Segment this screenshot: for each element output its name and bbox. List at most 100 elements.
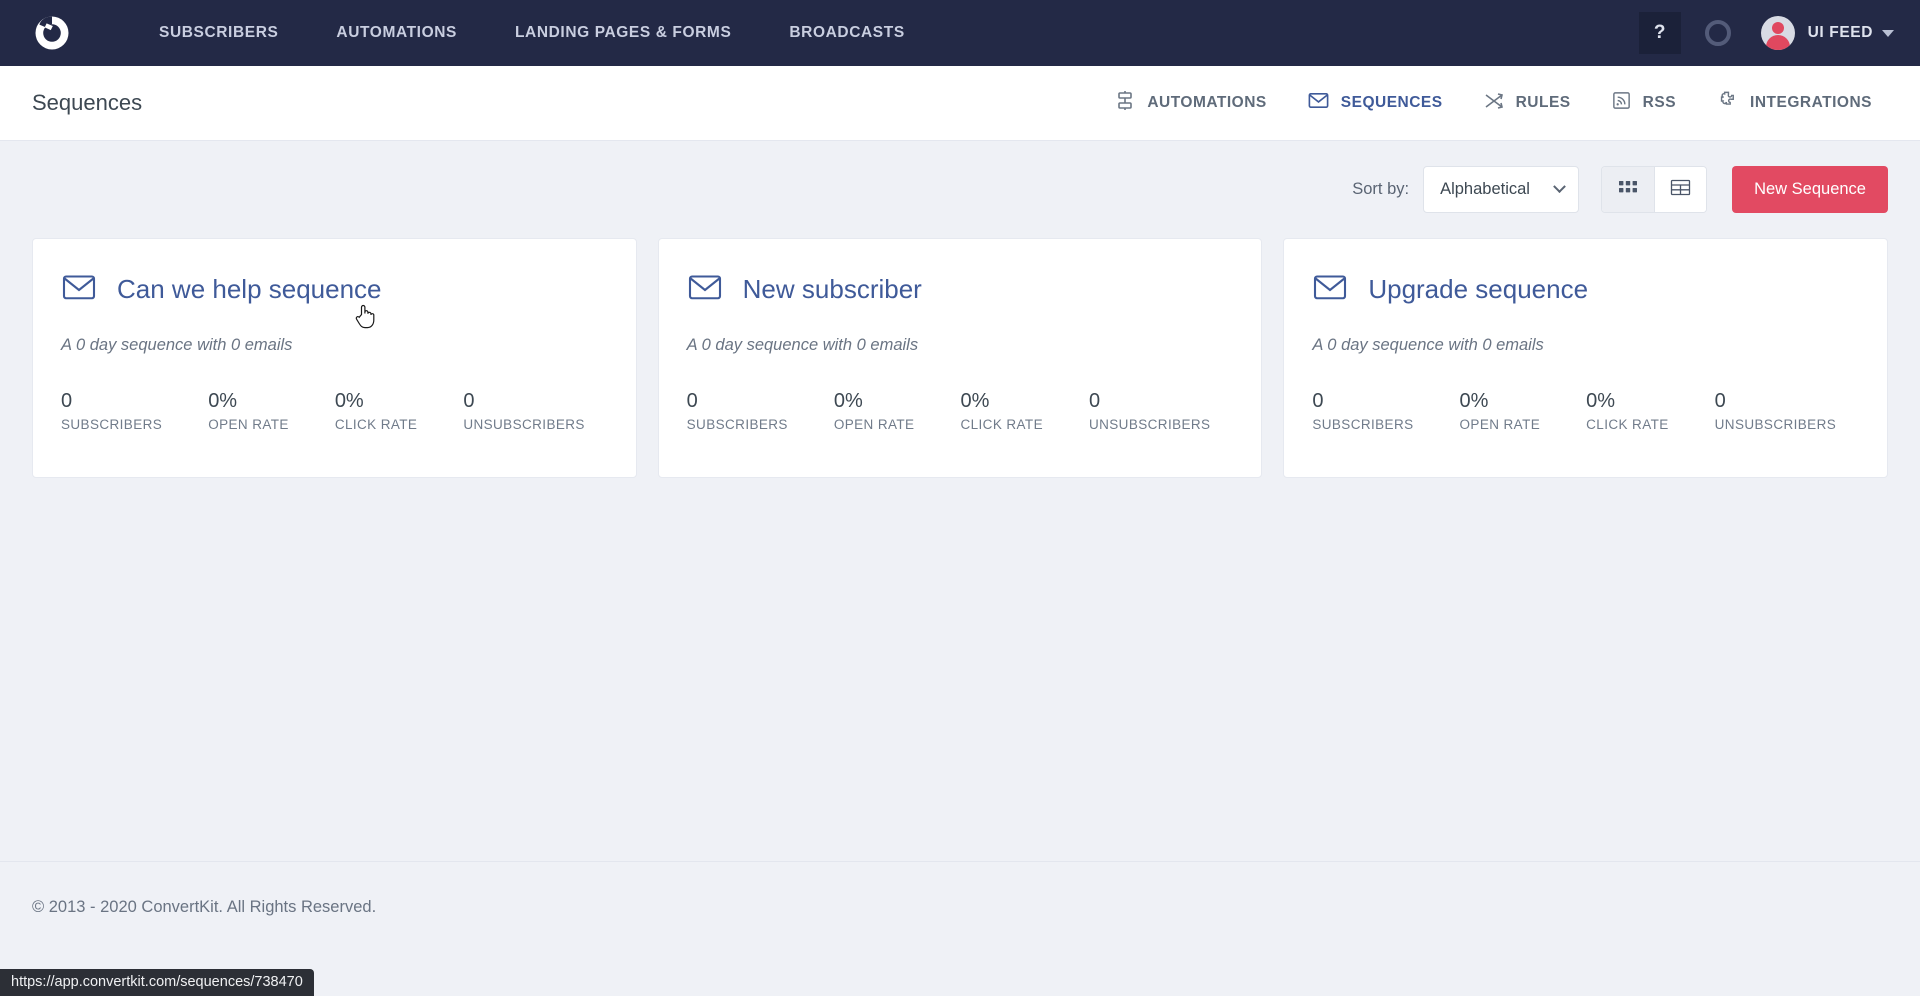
stat-value: 0% bbox=[1459, 390, 1489, 412]
stat-label: OPEN RATE bbox=[208, 417, 289, 432]
sequence-subtitle: A 0 day sequence with 0 emails bbox=[686, 336, 919, 354]
stat-value: 0% bbox=[1586, 390, 1616, 412]
stat-label: OPEN RATE bbox=[1459, 417, 1541, 432]
top-nav-right-cluster: ? UI FEED bbox=[1638, 12, 1894, 54]
stat-value: 0% bbox=[208, 390, 238, 412]
list-toolbar: Sort by: Alphabetical New Sequence bbox=[32, 141, 1888, 238]
stat-label: CLICK RATE bbox=[960, 417, 1043, 432]
envelope-icon bbox=[687, 269, 723, 310]
tab-rules-label: RULES bbox=[1515, 94, 1571, 111]
sequence-card-grid: Can we help sequence A 0 day sequence wi… bbox=[32, 238, 1888, 478]
tab-rss[interactable]: RSS bbox=[1591, 90, 1696, 116]
stat-label: SUBSCRIBERS bbox=[1312, 417, 1414, 432]
sequence-card[interactable]: New subscriber A 0 day sequence with 0 e… bbox=[657, 238, 1263, 478]
stat-click-rate: 0% CLICK RATE bbox=[1586, 389, 1669, 432]
stat-value: 0% bbox=[833, 390, 863, 412]
stat-open-rate: 0% OPEN RATE bbox=[1460, 389, 1541, 432]
sequence-title[interactable]: Can we help sequence bbox=[117, 274, 382, 305]
stat-label: UNSUBSCRIBERS bbox=[1714, 417, 1837, 432]
sort-by-label: Sort by: bbox=[1352, 180, 1410, 198]
stat-unsubscribers: 0 UNSUBSCRIBERS bbox=[1715, 389, 1836, 432]
status-ring-icon[interactable] bbox=[1704, 20, 1731, 46]
stat-open-rate: 0% OPEN RATE bbox=[834, 389, 915, 432]
account-menu[interactable]: UI FEED bbox=[1760, 16, 1894, 50]
chevron-down-icon bbox=[1882, 29, 1894, 37]
user-avatar-icon bbox=[1760, 16, 1795, 50]
tab-integrations[interactable]: INTEGRATIONS bbox=[1696, 89, 1872, 117]
sequence-card-header: Can we help sequence bbox=[61, 269, 608, 310]
sequence-card[interactable]: Upgrade sequence A 0 day sequence with 0… bbox=[1283, 238, 1888, 478]
sequence-subtitle: A 0 day sequence with 0 emails bbox=[1312, 336, 1544, 354]
sequence-stats: 0 SUBSCRIBERS 0% OPEN RATE 0% CLICK RATE… bbox=[61, 389, 608, 432]
stat-value: 0% bbox=[960, 390, 990, 412]
help-button[interactable]: ? bbox=[1638, 12, 1681, 54]
sequence-subtitle: A 0 day sequence with 0 emails bbox=[61, 336, 293, 354]
browser-status-bar-url: https://app.convertkit.com/sequences/738… bbox=[0, 969, 314, 996]
tab-automations-label: AUTOMATIONS bbox=[1147, 94, 1267, 111]
sequence-title[interactable]: Upgrade sequence bbox=[1368, 274, 1588, 305]
stat-value: 0 bbox=[1088, 390, 1101, 412]
stat-label: UNSUBSCRIBERS bbox=[1088, 417, 1211, 432]
stat-label: SUBSCRIBERS bbox=[686, 417, 788, 432]
tab-sequences[interactable]: SEQUENCES bbox=[1287, 89, 1463, 117]
stat-open-rate: 0% OPEN RATE bbox=[208, 389, 289, 432]
stat-label: CLICK RATE bbox=[334, 417, 418, 432]
envelope-icon bbox=[61, 269, 97, 310]
stat-unsubscribers: 0 UNSUBSCRIBERS bbox=[463, 389, 584, 432]
grid-view-icon bbox=[1618, 179, 1638, 200]
sequence-card-header: Upgrade sequence bbox=[1312, 269, 1859, 310]
grid-view-button[interactable] bbox=[1602, 167, 1655, 212]
copyright-text: © 2013 - 2020 ConvertKit. All Rights Res… bbox=[32, 898, 377, 916]
stat-value: 0 bbox=[1312, 390, 1324, 412]
envelope-icon bbox=[1312, 269, 1348, 310]
sequence-card[interactable]: Can we help sequence A 0 day sequence wi… bbox=[32, 238, 637, 478]
stat-label: UNSUBSCRIBERS bbox=[463, 417, 585, 432]
sort-by-select[interactable]: Alphabetical bbox=[1423, 166, 1580, 213]
nav-item-broadcasts[interactable]: BROADCASTS bbox=[760, 24, 933, 42]
stat-label: SUBSCRIBERS bbox=[61, 417, 163, 432]
stat-value: 0% bbox=[334, 390, 364, 412]
tab-rules[interactable]: RULES bbox=[1463, 90, 1591, 117]
nav-item-automations[interactable]: AUTOMATIONS bbox=[307, 24, 486, 42]
view-mode-toggle bbox=[1601, 166, 1708, 213]
stat-subscribers: 0 SUBSCRIBERS bbox=[1312, 389, 1413, 432]
sort-by-value: Alphabetical bbox=[1440, 180, 1530, 198]
chevron-down-icon bbox=[1553, 180, 1566, 194]
tab-integrations-label: INTEGRATIONS bbox=[1750, 94, 1872, 111]
top-navigation-bar: SUBSCRIBERS AUTOMATIONS LANDING PAGES & … bbox=[0, 0, 1920, 66]
main-content: Sort by: Alphabetical New Sequence Can w… bbox=[0, 141, 1920, 478]
rss-icon bbox=[1611, 90, 1632, 116]
page-title: Sequences bbox=[32, 90, 143, 115]
new-sequence-button[interactable]: New Sequence bbox=[1732, 166, 1888, 213]
stat-value: 0 bbox=[1714, 390, 1726, 412]
stat-value: 0 bbox=[463, 390, 475, 412]
tab-rss-label: RSS bbox=[1642, 94, 1677, 111]
stat-label: CLICK RATE bbox=[1586, 417, 1669, 432]
table-view-icon bbox=[1670, 178, 1691, 202]
nav-item-landing-pages-and-forms[interactable]: LANDING PAGES & FORMS bbox=[486, 24, 760, 42]
sequence-title[interactable]: New subscriber bbox=[743, 274, 922, 305]
nav-item-subscribers[interactable]: SUBSCRIBERS bbox=[130, 24, 307, 42]
section-nav: AUTOMATIONS SEQUENCES RULES RSS INTEGRAT… bbox=[1094, 89, 1872, 117]
sequence-stats: 0 SUBSCRIBERS 0% OPEN RATE 0% CLICK RATE… bbox=[1312, 389, 1859, 432]
tab-automations[interactable]: AUTOMATIONS bbox=[1094, 90, 1286, 117]
puzzle-piece-icon bbox=[1716, 89, 1739, 117]
automations-flow-icon bbox=[1114, 90, 1136, 117]
table-view-button[interactable] bbox=[1654, 167, 1707, 212]
stat-label: OPEN RATE bbox=[833, 417, 915, 432]
shuffle-arrows-icon bbox=[1483, 90, 1505, 117]
convertkit-logo-icon[interactable] bbox=[30, 11, 74, 55]
main-nav-links: SUBSCRIBERS AUTOMATIONS LANDING PAGES & … bbox=[130, 24, 934, 42]
stat-click-rate: 0% CLICK RATE bbox=[960, 389, 1043, 432]
tab-sequences-label: SEQUENCES bbox=[1340, 94, 1443, 111]
stat-unsubscribers: 0 UNSUBSCRIBERS bbox=[1089, 389, 1210, 432]
stat-subscribers: 0 SUBSCRIBERS bbox=[687, 389, 788, 432]
stat-click-rate: 0% CLICK RATE bbox=[335, 389, 418, 432]
envelope-icon bbox=[1307, 89, 1330, 117]
sequence-stats: 0 SUBSCRIBERS 0% OPEN RATE 0% CLICK RATE… bbox=[687, 389, 1234, 432]
sequence-card-header: New subscriber bbox=[687, 269, 1234, 310]
stat-value: 0 bbox=[61, 390, 73, 412]
account-name-label: UI FEED bbox=[1807, 24, 1873, 41]
stat-subscribers: 0 SUBSCRIBERS bbox=[61, 389, 162, 432]
stat-value: 0 bbox=[686, 390, 698, 412]
